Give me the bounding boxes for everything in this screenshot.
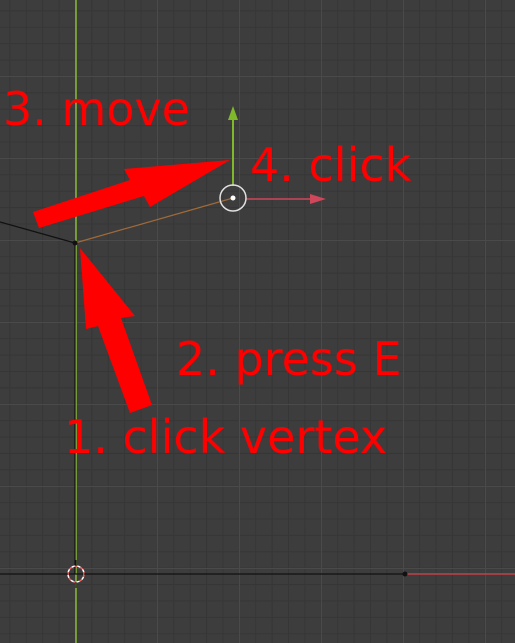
- gizmo-x-arrowhead-icon[interactable]: [310, 194, 326, 204]
- selected-vertex[interactable]: [72, 240, 78, 246]
- annotation-step-4: 4. click: [250, 138, 412, 192]
- annotation-arrow-move-icon: [33, 160, 230, 228]
- gizmo-y-arrowhead-icon[interactable]: [228, 106, 238, 120]
- annotation-step-2: 2. press E: [176, 332, 402, 386]
- vertex-bottom-right[interactable]: [402, 571, 408, 577]
- 3d-viewport[interactable]: 3. move 4. click 2. press E 1. click ver…: [0, 0, 515, 643]
- annotation-arrow-vertex-icon: [80, 248, 152, 413]
- annotation-step-3: 3. move: [3, 82, 190, 136]
- mesh-edge-left: [0, 221, 76, 244]
- extruded-vertex[interactable]: [230, 195, 236, 201]
- annotation-step-1: 1. click vertex: [64, 410, 388, 464]
